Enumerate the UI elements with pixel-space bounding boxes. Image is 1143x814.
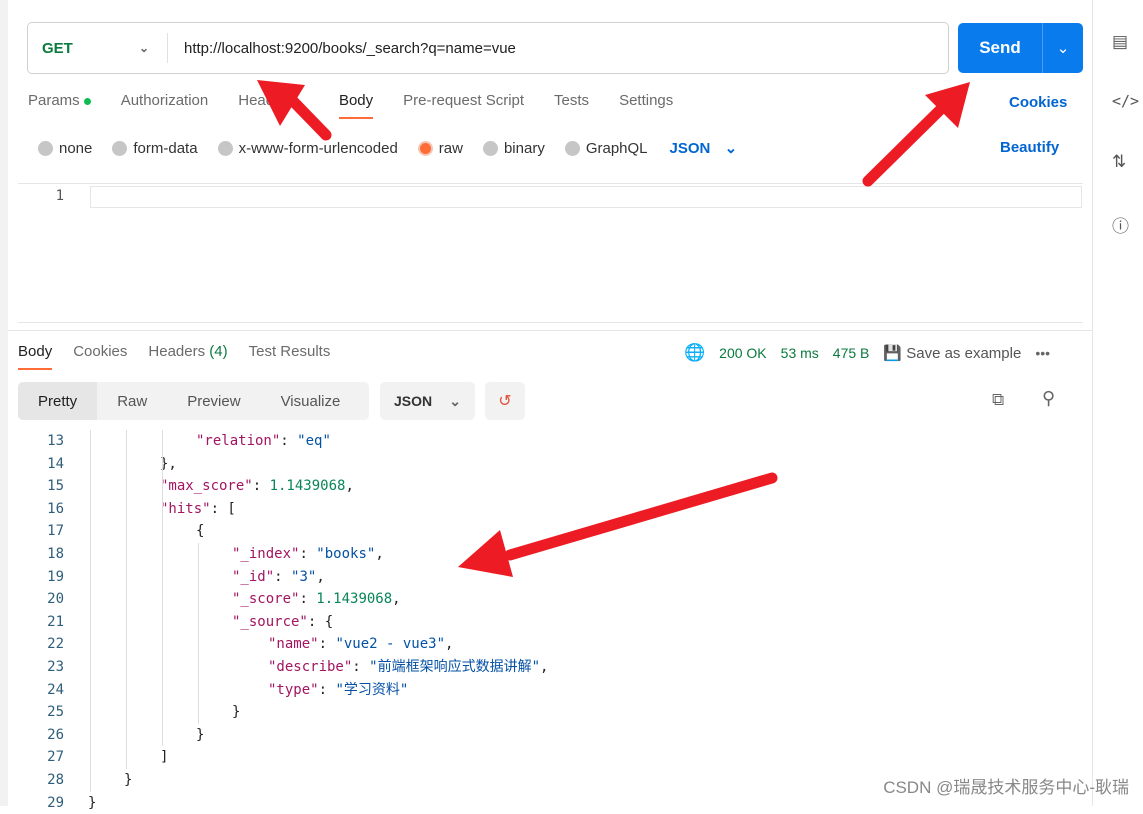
annotation-arrows [0,0,1143,806]
watermark: CSDN @瑞晟技术服务中心-耿瑞 [883,773,1129,798]
red-arrow [257,80,970,577]
